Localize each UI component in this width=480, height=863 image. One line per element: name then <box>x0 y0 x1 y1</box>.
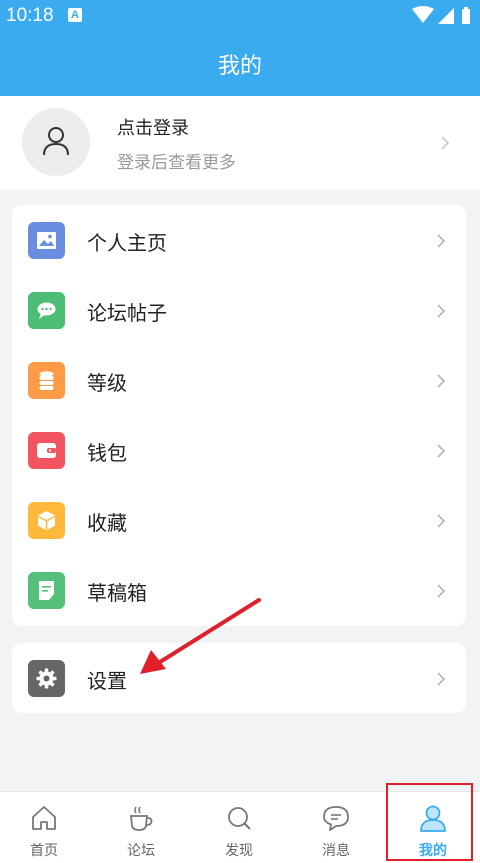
tab-label: 发现 <box>225 843 253 859</box>
coffee-icon <box>130 806 153 831</box>
highlight-box <box>386 783 473 861</box>
annotation-arrow <box>140 598 261 674</box>
home-icon <box>32 806 56 830</box>
tab-label: 首页 <box>30 843 58 859</box>
search-icon <box>228 807 251 830</box>
tab-label: 论坛 <box>127 843 155 859</box>
tab-forum[interactable]: 论坛 <box>93 792 189 863</box>
tab-label: 消息 <box>322 843 350 859</box>
tab-messages[interactable]: 消息 <box>288 792 384 863</box>
message-icon <box>323 806 349 831</box>
tab-home[interactable]: 首页 <box>0 792 92 863</box>
tab-discover[interactable]: 发现 <box>191 792 287 863</box>
